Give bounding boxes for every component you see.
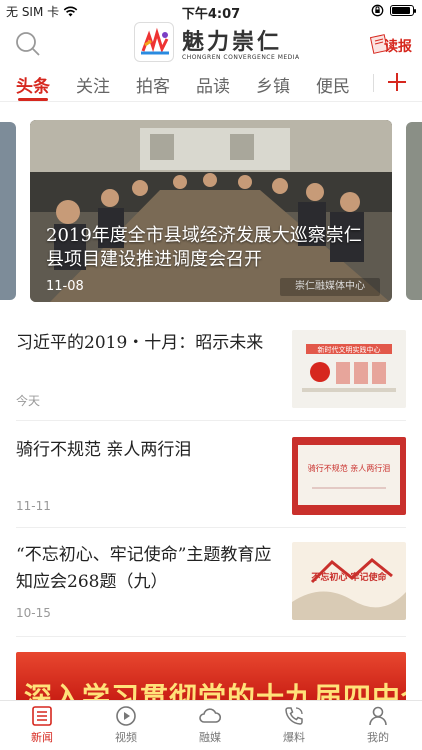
cloud-icon [199, 708, 222, 723]
news-title: 习近平的2019・十月：昭示未来 [16, 333, 264, 353]
news-thumbnail: 新时代文明实践中心 [292, 330, 406, 408]
person-icon [369, 706, 387, 726]
promo-banner[interactable]: 深入学习贯彻党的十九届四中全会精神 [16, 652, 406, 704]
tab-divider [373, 74, 374, 92]
tab-photographer[interactable]: 拍客 [136, 72, 170, 97]
status-time: 下午4:07 [181, 7, 241, 22]
brand-title: 魅力崇仁 CHONGREN CONVERGENCE MEDIA [182, 24, 300, 61]
carousel-prev-peek[interactable] [0, 122, 16, 300]
news-thumbnail: 不忘初心 牢记使命 [292, 542, 406, 620]
carousel-next-peek[interactable] [406, 122, 422, 300]
nav-tip-off[interactable]: 爆料 [264, 705, 324, 745]
status-bar: 无 SIM 卡 下午4:07 [0, 0, 422, 22]
app-header: 魅力崇仁 CHONGREN CONVERGENCE MEDIA 读报 [0, 22, 422, 66]
channel-tabs: 头条 关注 拍客 品读 乡镇 便民 [0, 68, 422, 102]
news-time: 今天 [16, 394, 41, 408]
meeting-photo [30, 120, 392, 302]
tab-services[interactable]: 便民 [316, 72, 350, 97]
app-name-en: CHONGREN CONVERGENCE MEDIA [182, 54, 300, 61]
carousel-slide[interactable]: 2019年度全市县域经济发展大巡察崇仁县项目建设推进调度会召开 11-08 崇仁… [30, 120, 392, 302]
news-item[interactable]: 习近平的2019・十月：昭示未来 今天 新时代文明实践中心 [16, 330, 406, 410]
nav-label: 视频 [115, 731, 137, 744]
divider [16, 527, 406, 528]
thumb-text: 新时代文明实践中心 [318, 345, 381, 354]
tab-follow[interactable]: 关注 [76, 72, 110, 97]
news-time: 10-15 [16, 606, 51, 620]
app-name-cn: 魅力崇仁 [182, 29, 283, 55]
nav-label: 爆料 [283, 731, 305, 744]
rotation-lock-icon [371, 4, 384, 17]
status-right [371, 4, 416, 17]
nav-label: 我的 [367, 731, 389, 744]
news-item[interactable]: “不忘初心、牢记使命”主题教育应知应会268题（九） 10-15 不忘初心 牢记… [16, 542, 406, 626]
news-title: “不忘初心、牢记使命”主题教育应知应会268题（九） [16, 545, 272, 592]
nav-video[interactable]: 视频 [96, 705, 156, 745]
plus-icon [388, 73, 406, 91]
thumbnail-image: 不忘初心 牢记使命 [292, 542, 406, 620]
play-icon [116, 706, 136, 726]
nav-label: 融媒 [199, 731, 221, 744]
divider [16, 420, 406, 421]
search-icon [16, 32, 40, 56]
battery-fill [392, 7, 410, 14]
search-button[interactable] [14, 30, 42, 58]
app-logo [134, 22, 174, 62]
divider [16, 636, 406, 637]
thumb-text: 不忘初心 牢记使命 [311, 571, 387, 583]
news-title: 骑行不规范 亲人两行泪 [16, 440, 192, 460]
news-thumbnail: 骑行不规范 亲人两行泪 [292, 437, 406, 515]
tab-headlines[interactable]: 头条 [16, 72, 50, 97]
tab-reading[interactable]: 品读 [196, 72, 230, 97]
nav-label: 新闻 [31, 731, 53, 744]
add-channel-button[interactable] [386, 70, 408, 94]
nav-media[interactable]: 融媒 [180, 705, 240, 745]
battery-icon [390, 5, 416, 16]
phone-icon [285, 707, 303, 725]
thumbnail-image: 新时代文明实践中心 [292, 330, 406, 408]
bottom-navigation: 新闻 视频 融媒 爆料 我的 [0, 700, 422, 750]
logo-icon [141, 27, 169, 55]
read-paper-button[interactable]: 读报 [370, 32, 412, 58]
thumb-text: 骑行不规范 亲人两行泪 [308, 463, 391, 473]
thumbnail-image: 骑行不规范 亲人两行泪 [292, 437, 406, 515]
carousel-caption: 2019年度全市县域经济发展大巡察崇仁县项目建设推进调度会召开 [46, 225, 362, 270]
nav-news[interactable]: 新闻 [12, 705, 72, 745]
headline-carousel[interactable]: 2019年度全市县域经济发展大巡察崇仁县项目建设推进调度会召开 11-08 崇仁… [0, 120, 422, 302]
read-paper-label: 读报 [384, 39, 412, 55]
carousel-watermark: 崇仁融媒体中心 [280, 278, 380, 296]
tab-towns[interactable]: 乡镇 [256, 72, 290, 97]
nav-mine[interactable]: 我的 [348, 705, 408, 745]
news-item[interactable]: 骑行不规范 亲人两行泪 11-11 骑行不规范 亲人两行泪 [16, 437, 406, 517]
carousel-date: 11-08 [46, 279, 84, 294]
news-icon [32, 706, 52, 726]
news-time: 11-11 [16, 499, 51, 513]
active-tab-indicator [18, 98, 48, 101]
